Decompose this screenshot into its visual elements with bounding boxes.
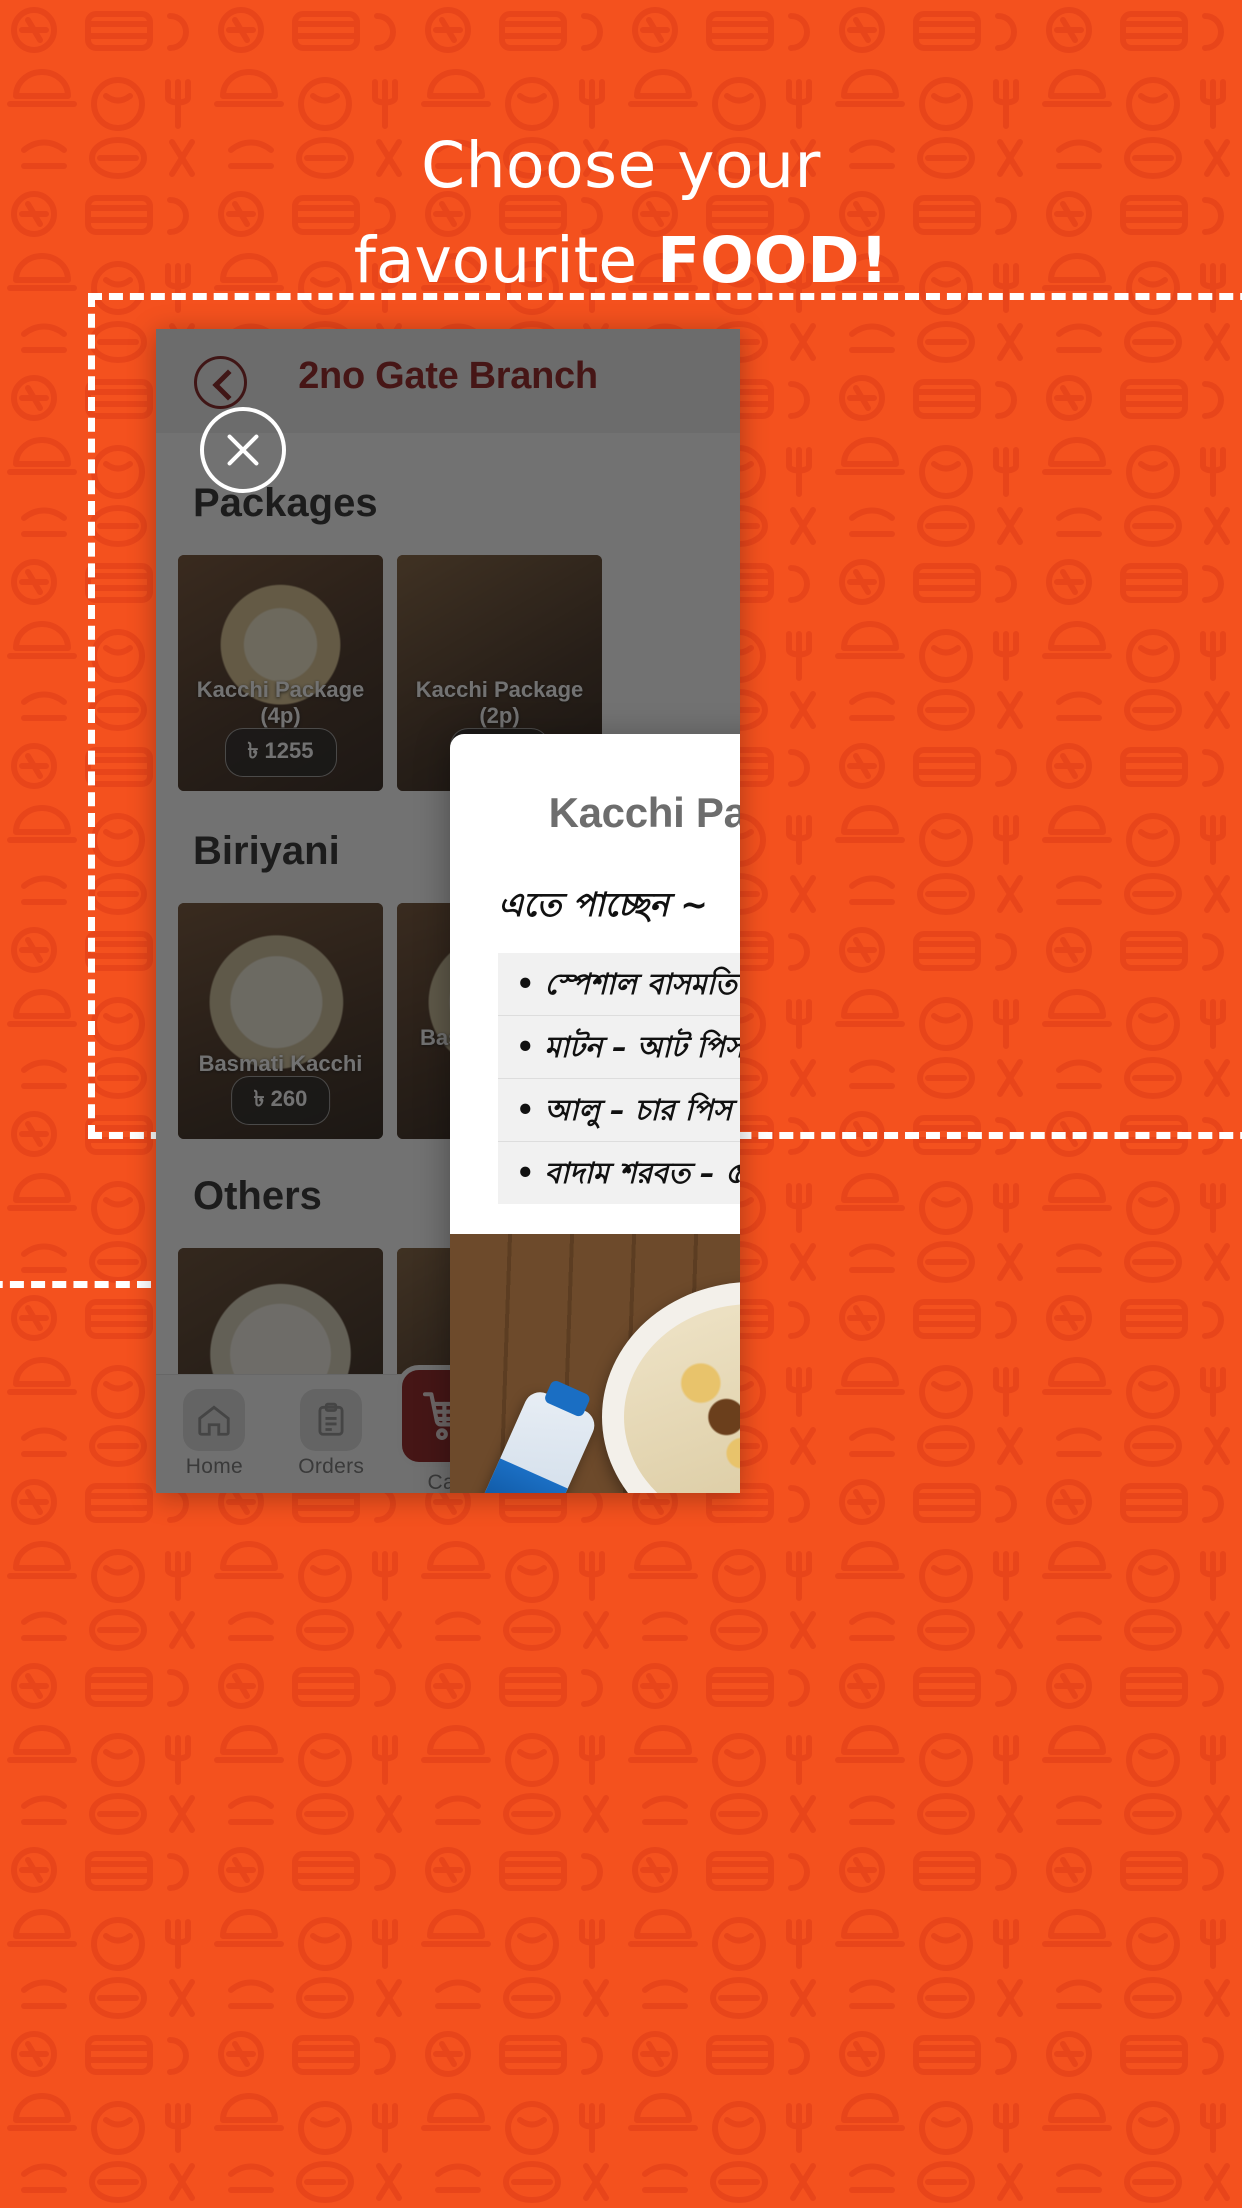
list-item: • বাদাম শরবত – ৫০০ মিলি [498,1141,740,1204]
close-icon[interactable] [200,407,286,493]
product-detail-modal: Kacchi Package (4p) এতে পাচ্ছেন ~ • স্পেশ… [450,734,740,1493]
headline-line-2-light: favourite [353,224,658,297]
list-item: • আলু – চার পিস [498,1078,740,1141]
bullet-icon: • [516,1093,535,1127]
list-item-label: স্পেশাল বাসমতি রাইস – হাফ কেজি [544,967,740,1001]
list-item: • মাটন – আট পিস [498,1015,740,1078]
promo-headline: Choose your favourite FOOD! [0,118,1242,308]
photo-biryani [624,1304,740,1493]
headline-line-2: favourite FOOD! [0,213,1242,308]
modal-title: Kacchi Package (4p) [548,789,740,836]
headline-line-2-bold: FOOD! [657,224,889,297]
list-item: • স্পেশাল বাসমতি রাইস – হাফ কেজি [498,953,740,1015]
headline-line-1: Choose your [421,129,821,202]
bullet-icon: • [516,1030,535,1064]
list-item-label: মাটন – আট পিস [544,1030,740,1064]
product-photo [450,1234,740,1493]
includes-list: • স্পেশাল বাসমতি রাইস – হাফ কেজি • মাটন – … [498,953,740,1204]
list-item-label: বাদাম শরবত – ৫০০ মিলি [544,1156,740,1190]
bullet-icon: • [516,967,535,1001]
modal-subtitle: এতে পাচ্ছেন ~ [498,885,708,924]
phone-mockup: 2no Gate Branch Packages Kacchi Package … [156,329,740,1493]
list-item-label: আলু – চার পিস [544,1093,732,1127]
bullet-icon: • [516,1156,535,1190]
